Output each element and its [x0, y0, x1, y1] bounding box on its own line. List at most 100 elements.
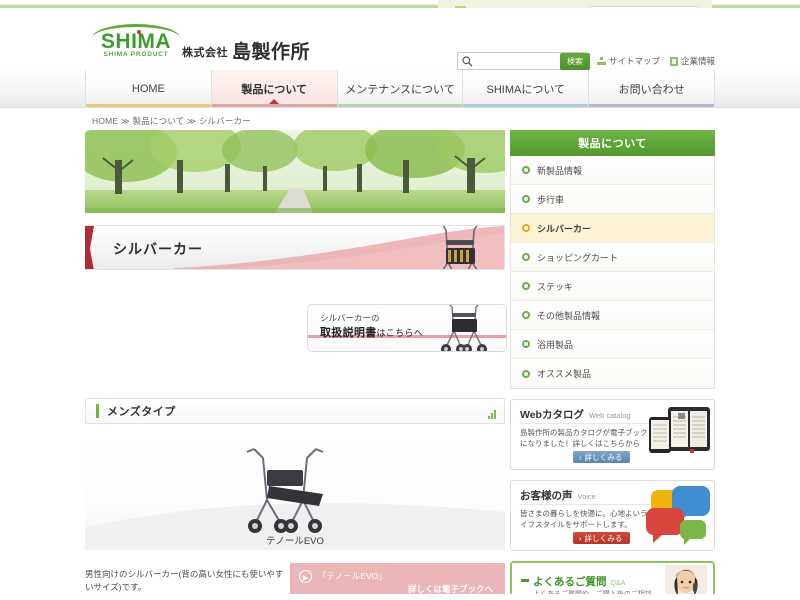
- company-name-main: 島製作所: [232, 42, 311, 63]
- bullet-icon: [522, 282, 530, 290]
- faq-title-en: Q&A: [610, 580, 626, 587]
- banner-web-catalog-more-button[interactable]: › 詳しくみる: [573, 451, 631, 463]
- nav-item-underline: [86, 104, 211, 107]
- nav-item-underline: [463, 104, 589, 107]
- sidebar-item-6[interactable]: 浴用製品: [511, 330, 714, 359]
- banner-voice-title-en: Voice: [577, 492, 596, 501]
- banner-web-catalog-more-label: 詳しくみる: [584, 452, 623, 462]
- sidebar-item-label: 浴用製品: [537, 339, 574, 350]
- section-accent-bar: [96, 404, 99, 418]
- manual-strong-text: 取扱説明書: [320, 327, 377, 339]
- company-prefix: 株式会社: [182, 47, 228, 59]
- sidebar-menu: 新製品情報歩行車シルバーカーショッピングカート ステッキその他製品情報 浴用製品オス…: [510, 156, 715, 389]
- search-box[interactable]: 検索: [456, 52, 590, 70]
- nav-item-1[interactable]: 製品について: [211, 70, 338, 107]
- bullet-icon: [522, 166, 530, 174]
- nav-item-3[interactable]: SHIMAについて: [463, 70, 590, 107]
- manual-line-1: シルバーカーの: [320, 313, 380, 323]
- sidebar-item-2[interactable]: シルバーカー: [511, 214, 714, 243]
- search-submit-button[interactable]: 検索: [559, 52, 590, 70]
- banner-voice-title: お客様の声 Voice: [520, 488, 596, 503]
- sidebar-item-label: 新製品情報: [537, 165, 583, 176]
- banner-web-catalog-body: 島製作所の製品カタログが電子ブックになりました！詳しくはこちらから: [520, 428, 648, 449]
- main-content: シルバーカー シルバーカーの 取扱説明書はこちらへ メンズタイプ テノールEVO…: [85, 130, 507, 599]
- banner-web-catalog-title-en: Web catalog: [588, 411, 631, 420]
- sidebar-item-label: オススメ製品: [537, 369, 592, 379]
- title-accent-bar: [85, 226, 94, 269]
- banner-voice-body: 皆さまの暮らしを快適に。心地よいライフスタイルをサポートします。: [520, 509, 648, 530]
- bullet-icon: [522, 340, 530, 348]
- breadcrumb: HOME ≫ 製品について ≫ シルバーカー: [92, 116, 251, 126]
- sidebar-item-label: その他製品情報: [537, 310, 601, 321]
- company-name: 株式会社 島製作所: [182, 37, 310, 64]
- product-description: 男性向けのシルバーカー(背の高い女性にも使いやすいサイズ)です。: [85, 569, 284, 593]
- bullet-icon: [522, 224, 530, 232]
- header-utility-row: 検索 サイトマップ 企業情報: [456, 52, 715, 70]
- section-heading-label: メンズタイプ: [107, 406, 176, 418]
- nav-item-underline: [589, 104, 714, 107]
- banner-voice-title-jp: お客様の声: [520, 490, 573, 502]
- sidebar-heading: 製品について: [510, 130, 715, 156]
- section-heading: メンズタイプ: [85, 398, 505, 424]
- title-product-illustration: [416, 226, 504, 269]
- sidebar-item-label: ステッキ: [537, 281, 574, 292]
- nav-item-4[interactable]: お問い合わせ: [589, 70, 715, 107]
- nav-item-underline: [337, 104, 463, 107]
- arrow-right-icon: [299, 570, 312, 583]
- speech-bubbles-icon: [644, 484, 712, 550]
- product-name: テノールEVO: [266, 536, 324, 547]
- sidebar-item-label: ショッピングカート: [537, 252, 619, 263]
- cta-title: 「テノールEVO」: [318, 571, 387, 581]
- banner-divider: [519, 423, 659, 424]
- page-title: シルバーカー: [113, 241, 203, 257]
- product-image: テノールEVO: [85, 432, 505, 550]
- manual-product-illustration: [430, 305, 500, 351]
- nav-item-0[interactable]: HOME: [85, 70, 212, 107]
- search-icon: [462, 55, 473, 66]
- sidebar-item-3[interactable]: ショッピングカート: [511, 243, 714, 272]
- bullet-icon: [522, 311, 530, 319]
- sitemap-link-label: サイトマップ: [608, 56, 660, 66]
- sidebar-item-4[interactable]: ステッキ: [511, 272, 714, 301]
- sitemap-link[interactable]: サイトマップ: [596, 55, 660, 67]
- sidebar-item-1[interactable]: 歩行車: [511, 185, 714, 214]
- manual-link-button[interactable]: シルバーカーの 取扱説明書はこちらへ: [307, 304, 507, 352]
- chevron-right-icon: ›: [579, 533, 582, 543]
- corporate-info-label: 企業情報: [680, 56, 715, 66]
- bullet-icon: [522, 253, 530, 261]
- sidebar-item-label: 歩行車: [537, 194, 565, 205]
- banner-divider: [519, 504, 659, 505]
- nav-item-underline: [211, 104, 337, 107]
- nav-item-label: お問い合わせ: [618, 83, 685, 96]
- tablet-book-icon: [646, 403, 712, 469]
- faq-title: よくあるご質問 Q&A: [533, 574, 625, 589]
- banner-voice-more-button[interactable]: › 詳しくみる: [573, 532, 631, 544]
- sidebar-item-7[interactable]: オススメ製品: [511, 359, 714, 388]
- main-navigation: HOME 製品について メンテナンスについて SHIMAについて お問い合わせ: [0, 70, 800, 108]
- site-header: SHIMA SHIMA PRODUCT 株式会社島製作所 検索 サイトマップ: [0, 8, 800, 70]
- faq-title-jp: よくあるご質問: [533, 576, 607, 588]
- search-input[interactable]: [475, 53, 560, 69]
- sidebar-item-5[interactable]: その他製品情報: [511, 301, 714, 330]
- site-logo[interactable]: SHIMA SHIMA PRODUCT: [88, 24, 184, 62]
- logo-subtext: SHIMA PRODUCT: [103, 51, 169, 58]
- manual-thin-text: はこちらへ: [376, 328, 424, 338]
- page-root: 06-6793-0992 お問い合わせ SHIMA SHIMA PRODUCT …: [0, 0, 800, 600]
- nav-item-label: 製品について: [241, 83, 308, 96]
- banner-web-catalog-title: Webカタログ Web catalog: [520, 407, 631, 422]
- sidebar-item-0[interactable]: 新製品情報: [511, 156, 714, 185]
- hero-image: [85, 130, 505, 213]
- banner-web-catalog[interactable]: Webカタログ Web catalog 島製作所の製品カタログが電子ブックになりま…: [510, 399, 715, 470]
- chevron-right-icon: ›: [579, 452, 582, 462]
- banner-customer-voice[interactable]: お客様の声 Voice 皆さまの暮らしを快適に。心地よいライフスタイルをサポートし…: [510, 480, 715, 551]
- sitemap-icon: [596, 56, 606, 66]
- building-icon: [669, 56, 678, 66]
- dash-icon: [521, 579, 529, 582]
- nav-item-2[interactable]: メンテナンスについて: [337, 70, 464, 107]
- manual-line-2: 取扱説明書はこちらへ: [320, 324, 423, 340]
- corporate-info-link[interactable]: 企業情報: [669, 55, 715, 67]
- bullet-icon: [522, 369, 530, 378]
- banner-voice-more-label: 詳しくみる: [584, 533, 623, 543]
- page-title-banner: シルバーカー: [85, 225, 505, 270]
- nav-item-label: SHIMAについて: [486, 83, 566, 96]
